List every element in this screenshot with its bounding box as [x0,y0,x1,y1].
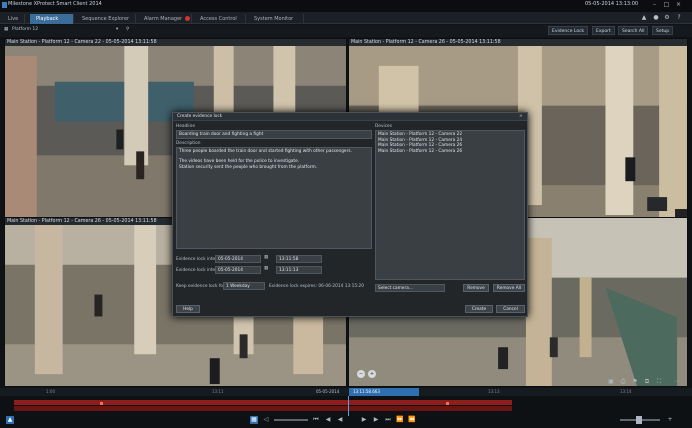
keep-select[interactable]: 1 Weekday [223,282,265,290]
bookmark-icon[interactable]: ⚑ [631,378,639,386]
devices-list[interactable]: Main Station - Platform 12 - Camera 22 M… [375,130,525,280]
end-calendar-icon[interactable]: ▦ [264,266,268,271]
pin-icon[interactable]: ▲ [640,13,648,22]
settings-icon[interactable]: ⚙ [663,13,671,22]
tab-alarm-manager[interactable]: Alarm Manager [138,14,192,24]
copy-icon[interactable]: ⧉ [643,378,651,386]
clock: 05-05-2014 13:13:00 [585,1,639,7]
timeline-tick-4: 13:14 [620,389,632,394]
timeline-tick-3: 13:13 [488,389,500,394]
current-time: 13:11:58.663 [353,389,380,394]
calendar-icon[interactable]: ▦ [250,416,258,424]
timeline-ruler [0,388,692,396]
play-reverse-icon[interactable]: ◀ [336,416,344,424]
snapshot-icon[interactable]: ▣ [607,378,615,386]
event-marker-2[interactable] [446,402,449,405]
camera-title-1: Main Station - Platform 12 - Camera 22 -… [7,40,157,45]
dialog-close-icon[interactable]: × [519,114,523,119]
step-forward-icon[interactable]: ▶ [372,416,380,424]
description-line-3: Station security sent the people who bro… [179,165,318,170]
help-button[interactable]: Help [176,305,200,313]
skip-back-icon[interactable]: ⏮ [312,416,320,424]
motion-track[interactable] [14,406,512,411]
setup-button[interactable]: Setup [652,26,674,35]
remove-all-button[interactable]: Remove All [493,284,525,292]
headline-input[interactable]: Boarding train door and fighting a fight [176,130,372,139]
speed-slider[interactable] [274,419,308,421]
skip-forward-icon[interactable]: ⏭ [384,416,392,424]
speed-slow-icon[interactable]: ◁ [262,416,270,424]
maximize-icon[interactable]: □ [662,1,671,9]
keep-label: Keep evidence lock for: [176,284,227,289]
window-title: Milestone XProtect Smart Client 2014 [8,1,102,7]
alarm-badge [185,16,191,21]
help-icon[interactable]: ? [675,13,683,22]
description-textarea[interactable]: Three people boarded the train door and … [176,147,372,249]
device-item-4[interactable]: Main Station - Platform 12 - Camera 26 [378,149,522,155]
tab-sequence-explorer[interactable]: Sequence Explorer [76,14,136,24]
end-time-input[interactable]: 13:11:13 [276,266,322,274]
search-icon[interactable]: ⚲ [126,27,129,32]
start-time-input[interactable]: 13:11:58 [276,255,322,263]
zoom-slider-thumb[interactable] [636,416,642,424]
select-camera-dropdown[interactable]: Select camera... [375,284,445,292]
timeline-tick-1: 1:00 [46,389,55,394]
description-label: Description [176,141,201,146]
minimize-icon[interactable]: – [650,1,659,9]
fullscreen-icon[interactable]: ⛶ [655,378,663,386]
timeline-tick-2: 13:11 [212,389,224,394]
start-date-input[interactable]: 05-05-2014 [215,255,261,263]
view-icon[interactable]: ▦ [4,27,8,32]
step-back-icon[interactable]: ◀ [324,416,332,424]
expand-timeline-icon[interactable]: ▲ [6,416,14,424]
tab-playback[interactable]: Playback [30,14,74,24]
headline-label: Headline [176,124,195,129]
zoom-in-timeline-icon[interactable]: + [666,416,674,424]
print-icon[interactable]: ⎙ [619,378,627,386]
tab-live[interactable]: Live [2,14,26,24]
event-marker-1[interactable] [100,402,103,405]
zoom-in-icon[interactable]: + [368,370,376,378]
close-icon[interactable]: × [674,1,683,9]
next-sequence-icon[interactable]: ⏩ [396,416,404,424]
export-button[interactable]: Export [592,26,615,35]
zoom-out-icon[interactable]: − [357,370,365,378]
start-calendar-icon[interactable]: ▦ [264,255,268,260]
play-icon[interactable]: ▶ [360,416,368,424]
tab-access-control[interactable]: Access Control [194,14,246,24]
playhead[interactable] [348,396,349,416]
expires-text: Evidence lock expires: 06-06-2014 13:15:… [269,284,364,289]
recording-track[interactable] [14,400,512,405]
search-all-button[interactable]: Search All [618,26,649,35]
create-button[interactable]: Create [465,305,493,313]
camera-title-2: Main Station - Platform 12 - Camera 26 -… [351,40,501,45]
view-dropdown-icon[interactable]: ▾ [116,27,118,32]
app-logo-icon [2,2,7,8]
timeline-left-time: 05-05-2014 [316,389,340,394]
notification-icon[interactable]: ● [652,13,660,22]
view-name[interactable]: Platform 12 [12,27,112,32]
dialog-title: Create evidence lock [177,114,223,119]
more-icon[interactable]: ⋯ [669,378,685,386]
dialog-titlebar [173,113,527,121]
cancel-button[interactable]: Cancel [496,305,525,313]
tab-system-monitor[interactable]: System Monitor [248,14,304,24]
end-date-input[interactable]: 05-05-2014 [215,266,261,274]
remove-button[interactable]: Remove [463,284,489,292]
devices-label: Devices [375,124,392,129]
previous-sequence-icon[interactable]: ⏪ [408,416,416,424]
description-line-1: Three people boarded the train door and … [179,149,352,154]
camera-title-3: Main Station - Platform 12 - Camera 26 -… [7,219,157,224]
evidence-lock-dialog: Create evidence lock × Headline Boarding… [172,112,528,317]
evidence-lock-button[interactable]: Evidence Lock [548,26,589,35]
